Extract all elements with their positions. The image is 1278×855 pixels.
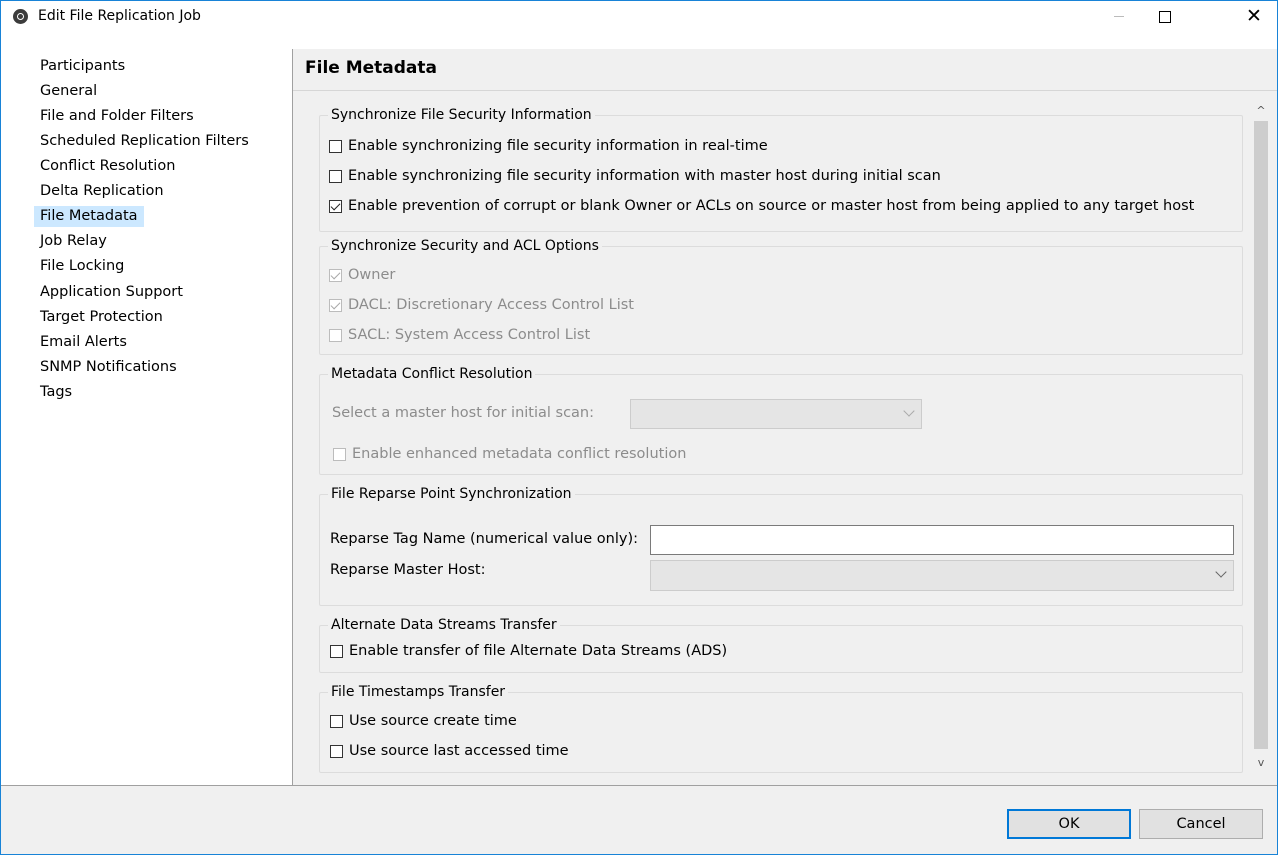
ads-label: Enable transfer of file Alternate Data S…	[349, 643, 728, 659]
nav-item-file-folder-filters[interactable]: File and Folder Filters	[34, 106, 200, 127]
nav-item-file-locking[interactable]: File Locking	[34, 256, 130, 277]
ads-legend: Alternate Data Streams Transfer	[328, 616, 560, 634]
maximize-icon	[1159, 10, 1171, 23]
accessed-time-checkbox[interactable]	[330, 744, 343, 758]
master-scan-label: Enable synchronizing file security infor…	[348, 168, 941, 184]
enhanced-conflict-checkbox	[333, 447, 346, 461]
enhanced-conflict-label: Enable enhanced metadata conflict resolu…	[352, 446, 687, 462]
nav-item-delta-replication[interactable]: Delta Replication	[34, 181, 170, 202]
close-icon: ✕	[1246, 5, 1262, 27]
maximize-button[interactable]	[1142, 1, 1188, 32]
create-time-option[interactable]: Use source create time	[330, 711, 517, 731]
scroll-down-icon[interactable]: v	[1252, 751, 1270, 773]
realtime-sync-checkbox[interactable]	[329, 139, 342, 153]
sacl-checkbox	[329, 328, 342, 342]
app-logo-icon	[13, 9, 28, 24]
reparse-master-label: Reparse Master Host:	[330, 562, 486, 578]
vertical-scrollbar[interactable]: ^ v	[1252, 99, 1270, 773]
nav-item-job-relay[interactable]: Job Relay	[34, 231, 113, 252]
dacl-checkbox	[329, 298, 342, 312]
create-time-checkbox[interactable]	[330, 714, 343, 728]
minimize-button[interactable]	[1096, 1, 1142, 32]
dacl-option: DACL: Discretionary Access Control List	[329, 295, 634, 315]
metadata-conflict-legend: Metadata Conflict Resolution	[328, 365, 536, 383]
window-title: Edit File Replication Job	[38, 8, 201, 24]
dialog-footer: OK Cancel	[1, 786, 1277, 854]
title-bar: Edit File Replication Job ✕	[1, 1, 1277, 32]
acl-options-legend: Synchronize Security and ACL Options	[328, 237, 602, 255]
owner-label: Owner	[348, 267, 396, 283]
master-host-label: Select a master host for initial scan:	[332, 405, 595, 421]
owner-checkbox	[329, 268, 342, 282]
master-scan-checkbox[interactable]	[329, 169, 342, 183]
timestamps-group: File Timestamps Transfer Use source crea…	[319, 683, 1243, 773]
chevron-down-icon	[1215, 566, 1227, 578]
nav-item-conflict-resolution[interactable]: Conflict Resolution	[34, 156, 181, 177]
nav-item-general[interactable]: General	[34, 81, 103, 102]
ads-option[interactable]: Enable transfer of file Alternate Data S…	[330, 641, 727, 661]
master-scan-option[interactable]: Enable synchronizing file security infor…	[329, 166, 941, 186]
nav-item-scheduled-replication-filters[interactable]: Scheduled Replication Filters	[34, 131, 255, 152]
accessed-time-label: Use source last accessed time	[349, 743, 569, 759]
reparse-master-select[interactable]	[650, 560, 1234, 591]
scroll-up-icon[interactable]: ^	[1252, 99, 1270, 121]
realtime-sync-option[interactable]: Enable synchronizing file security infor…	[329, 136, 768, 156]
nav-item-tags[interactable]: Tags	[34, 382, 78, 403]
nav-item-file-metadata[interactable]: File Metadata	[34, 206, 144, 227]
cancel-button[interactable]: Cancel	[1139, 809, 1263, 839]
chevron-down-icon	[903, 405, 915, 417]
prevent-corrupt-label: Enable prevention of corrupt or blank Ow…	[348, 198, 1195, 214]
sacl-option: SACL: System Access Control List	[329, 325, 590, 345]
sync-security-group: Synchronize File Security Information En…	[319, 106, 1243, 232]
page-header: File Metadata	[293, 49, 1277, 91]
dacl-label: DACL: Discretionary Access Control List	[348, 297, 634, 313]
reparse-tag-label: Reparse Tag Name (numerical value only):	[330, 531, 639, 547]
ok-button[interactable]: OK	[1007, 809, 1131, 839]
reparse-tag-input[interactable]	[650, 525, 1234, 555]
settings-nav: Participants General File and Folder Fil…	[1, 32, 292, 774]
nav-item-application-support[interactable]: Application Support	[34, 282, 189, 303]
timestamps-legend: File Timestamps Transfer	[328, 683, 509, 701]
page-title: File Metadata	[305, 58, 437, 78]
edit-job-dialog: Edit File Replication Job ✕ Participants…	[0, 0, 1278, 855]
create-time-label: Use source create time	[349, 713, 517, 729]
sync-security-legend: Synchronize File Security Information	[328, 106, 595, 124]
nav-item-email-alerts[interactable]: Email Alerts	[34, 332, 133, 353]
sacl-label: SACL: System Access Control List	[348, 327, 591, 343]
nav-item-snmp-notifications[interactable]: SNMP Notifications	[34, 357, 183, 378]
close-button[interactable]: ✕	[1231, 1, 1277, 32]
ads-group: Alternate Data Streams Transfer Enable t…	[319, 616, 1243, 673]
enhanced-conflict-option: Enable enhanced metadata conflict resolu…	[333, 444, 686, 464]
owner-option: Owner	[329, 265, 395, 285]
accessed-time-option[interactable]: Use source last accessed time	[330, 741, 569, 761]
acl-options-group: Synchronize Security and ACL Options Own…	[319, 237, 1243, 355]
realtime-sync-label: Enable synchronizing file security infor…	[348, 138, 768, 154]
reparse-legend: File Reparse Point Synchronization	[328, 485, 575, 503]
scrollbar-thumb[interactable]	[1254, 121, 1268, 749]
file-metadata-panel: Synchronize File Security Information En…	[293, 91, 1277, 785]
metadata-conflict-group: Metadata Conflict Resolution Select a ma…	[319, 365, 1243, 475]
prevent-corrupt-option[interactable]: Enable prevention of corrupt or blank Ow…	[329, 196, 1194, 216]
nav-item-participants[interactable]: Participants	[34, 56, 131, 77]
master-host-select	[630, 399, 922, 429]
prevent-corrupt-checkbox[interactable]	[329, 199, 342, 213]
minimize-icon	[1114, 16, 1124, 17]
reparse-group: File Reparse Point Synchronization Repar…	[319, 485, 1243, 606]
ads-checkbox[interactable]	[330, 644, 343, 658]
nav-item-target-protection[interactable]: Target Protection	[34, 307, 169, 328]
